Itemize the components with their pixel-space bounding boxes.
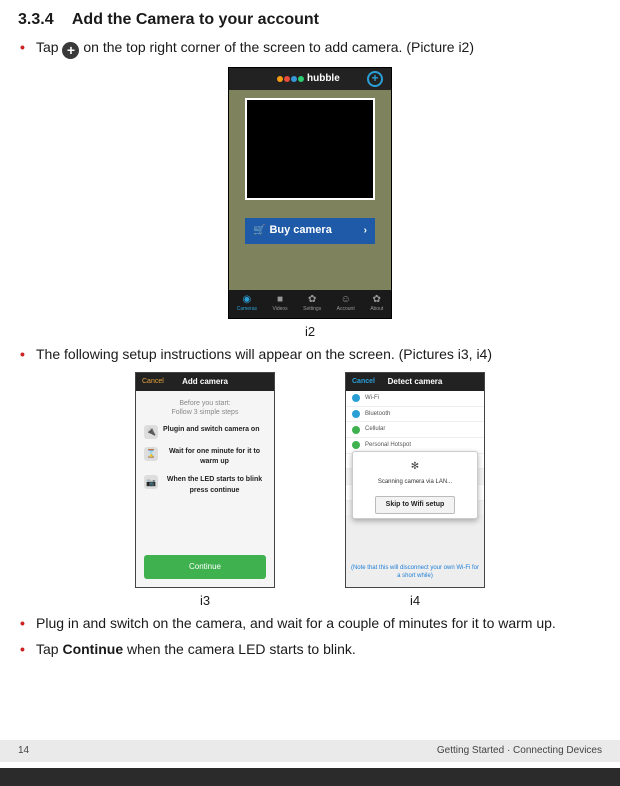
- bullet-4-post: when the camera LED starts to blink.: [123, 641, 356, 657]
- logo-dot-icon: [284, 76, 290, 82]
- i2-tabbar: ◉ Cameras ■ Videos ✿ Settings ☺ Account …: [229, 290, 391, 318]
- buy-camera-button[interactable]: 🛒 Buy camera ›: [245, 218, 375, 244]
- before-line2: Follow 3 simple steps: [172, 409, 239, 416]
- cellular-icon: [352, 426, 360, 434]
- logo-text: hubble: [307, 72, 340, 87]
- row-label: Bluetooth: [365, 410, 390, 419]
- continue-label: Continue: [189, 562, 221, 571]
- hotspot-icon: [352, 441, 360, 449]
- step-2-text: Wait for one minute for it to warm up: [163, 447, 266, 467]
- logo-dot-icon: [291, 76, 297, 82]
- camera-icon: ◉: [243, 295, 252, 305]
- hubble-logo: hubble: [277, 72, 340, 87]
- camera-icon: 📷: [144, 475, 158, 489]
- caption-i2: i2: [228, 323, 392, 342]
- i3-step-3: 📷 When the LED starts to blink press con…: [144, 475, 266, 495]
- footer-text: Getting Started · Connecting Devices: [437, 744, 602, 759]
- i3-body: Before you start: Follow 3 simple steps …: [136, 391, 274, 512]
- i2-topbar: hubble +: [229, 68, 391, 90]
- bullet-2-text: The following setup instructions will ap…: [36, 346, 492, 362]
- i3-header: Cancel Add camera: [136, 373, 274, 391]
- spinner-icon: ✻: [357, 460, 473, 475]
- bluetooth-icon: [352, 410, 360, 418]
- scanning-text: Scanning camera via LAN...: [357, 478, 473, 487]
- camera-video-placeholder: [245, 98, 375, 200]
- i3-title: Add camera: [182, 376, 228, 388]
- video-icon: ■: [277, 295, 283, 305]
- section-heading: 3.3.4 Add the Camera to your account: [18, 8, 602, 31]
- i3-step-1: 🔌 Plugin and switch camera on: [144, 425, 266, 439]
- tab-settings[interactable]: ✿ Settings: [303, 295, 321, 313]
- figure-i3: Cancel Add camera Before you start: Foll…: [135, 372, 275, 611]
- caption-i3: i3: [135, 592, 275, 611]
- logo-dot-icon: [298, 76, 304, 82]
- skip-label: Skip to Wifi setup: [386, 501, 445, 508]
- tab-videos[interactable]: ■ Videos: [272, 295, 287, 313]
- phone-i3: Cancel Add camera Before you start: Foll…: [135, 372, 275, 588]
- i4-header: Cancel Detect camera: [346, 373, 484, 391]
- i4-title: Detect camera: [388, 376, 443, 388]
- caption-i4: i4: [345, 592, 485, 611]
- bullet-1-text-post: on the top right corner of the screen to…: [83, 39, 474, 55]
- add-camera-plus-icon[interactable]: +: [367, 71, 383, 87]
- footer-bar: 14 Getting Started · Connecting Devices: [0, 740, 620, 762]
- cart-icon: 🛒: [253, 224, 265, 239]
- bullet-4-bold: Continue: [62, 641, 123, 657]
- bullet-1-text-pre: Tap: [36, 39, 62, 55]
- tab-label: About: [370, 306, 383, 313]
- phone-i4: Cancel Detect camera Wi-Fi Bluetooth Cel…: [345, 372, 485, 588]
- row-label: Wi-Fi: [365, 394, 379, 403]
- tab-label: Videos: [272, 306, 287, 313]
- bullet-4: Tap Continue when the camera LED starts …: [18, 639, 602, 659]
- logo-dot-icon: [277, 76, 283, 82]
- cancel-button[interactable]: Cancel: [142, 377, 164, 387]
- before-line1: Before you start:: [179, 400, 230, 407]
- gear-icon: ✿: [308, 295, 316, 305]
- step-1-text: Plugin and switch camera on: [163, 425, 259, 435]
- figure-i2: hubble + 🛒 Buy camera › ◉ Cameras ■ Vide…: [228, 67, 392, 342]
- tab-label: Settings: [303, 306, 321, 313]
- figure-i4: Cancel Detect camera Wi-Fi Bluetooth Cel…: [345, 372, 485, 611]
- step-3-text: When the LED starts to blink press conti…: [163, 475, 266, 495]
- list-item[interactable]: Bluetooth: [346, 407, 484, 423]
- bottom-strip: [0, 768, 620, 786]
- plug-icon: 🔌: [144, 425, 158, 439]
- disconnect-note: (Note that this will disconnect your own…: [350, 565, 480, 581]
- bullet-1: Tap + on the top right corner of the scr…: [18, 37, 602, 59]
- section-title: Add the Camera to your account: [72, 11, 319, 28]
- bullet-3: Plug in and switch on the camera, and wa…: [18, 613, 602, 633]
- plus-icon: +: [62, 42, 79, 59]
- row-label: Cellular: [365, 425, 385, 434]
- section-number: 3.3.4: [18, 8, 68, 31]
- buy-camera-label: Buy camera: [265, 223, 363, 239]
- bullet-2: The following setup instructions will ap…: [18, 344, 602, 364]
- tab-cameras[interactable]: ◉ Cameras: [237, 295, 257, 313]
- wifi-icon: [352, 394, 360, 402]
- scanning-modal: ✻ Scanning camera via LAN... Skip to Wif…: [352, 451, 478, 519]
- account-icon: ☺: [341, 295, 351, 305]
- continue-button[interactable]: Continue: [144, 555, 266, 579]
- tab-account[interactable]: ☺ Account: [337, 295, 355, 313]
- cancel-button[interactable]: Cancel: [352, 377, 375, 387]
- list-item[interactable]: Wi-Fi: [346, 391, 484, 407]
- tab-label: Account: [337, 306, 355, 313]
- bullet-4-pre: Tap: [36, 641, 62, 657]
- tab-label: Cameras: [237, 306, 257, 313]
- phone-i2: hubble + 🛒 Buy camera › ◉ Cameras ■ Vide…: [228, 67, 392, 319]
- i3-before-text: Before you start: Follow 3 simple steps: [144, 399, 266, 417]
- row-label: Personal Hotspot: [365, 441, 411, 450]
- page-number: 14: [18, 744, 29, 759]
- about-icon: ✿: [373, 295, 381, 305]
- tab-about[interactable]: ✿ About: [370, 295, 383, 313]
- chevron-right-icon: ›: [364, 224, 367, 239]
- i3-step-2: ⌛ Wait for one minute for it to warm up: [144, 447, 266, 467]
- skip-wifi-button[interactable]: Skip to Wifi setup: [375, 496, 456, 514]
- list-item[interactable]: Cellular: [346, 422, 484, 438]
- hourglass-icon: ⌛: [144, 447, 158, 461]
- bullet-3-text: Plug in and switch on the camera, and wa…: [36, 615, 556, 631]
